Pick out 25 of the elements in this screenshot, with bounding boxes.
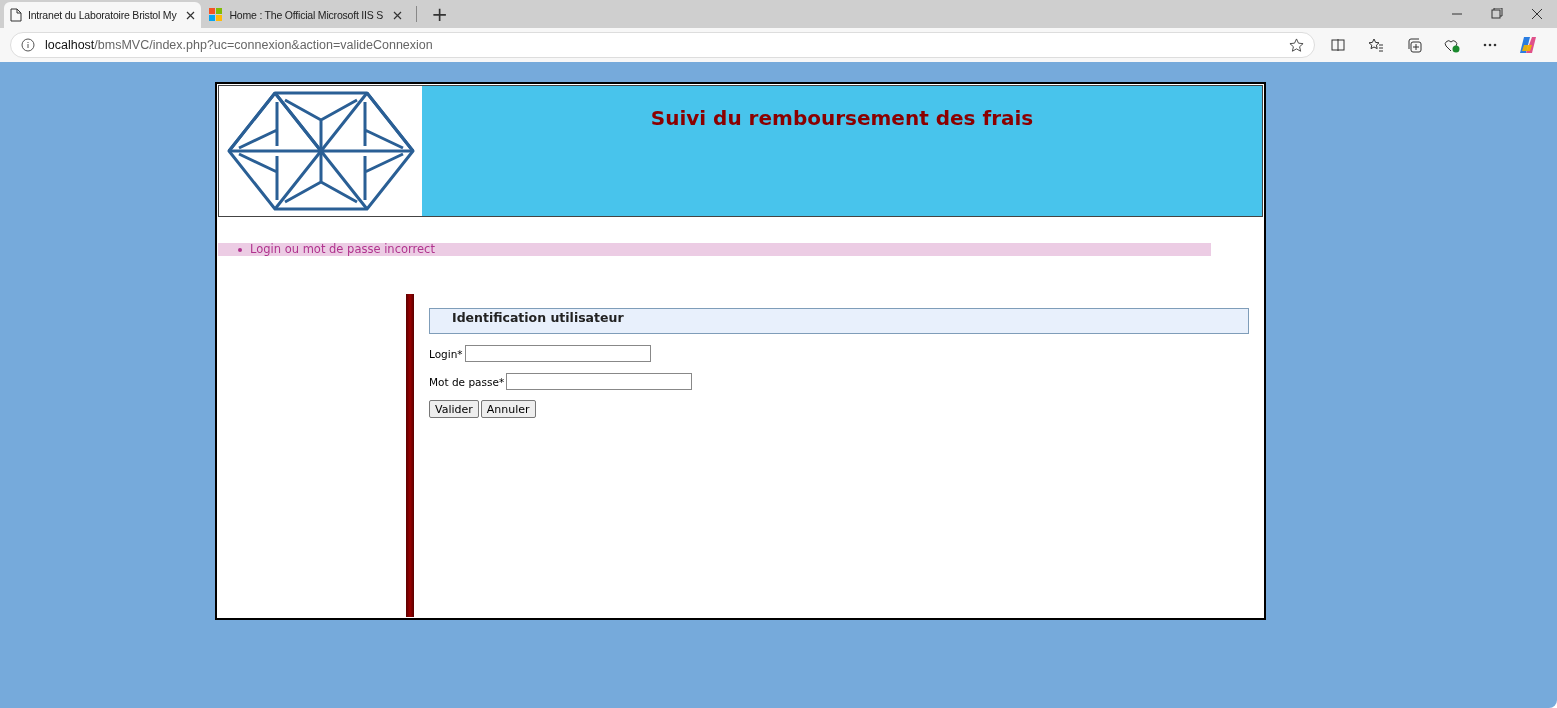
- split-screen-icon[interactable]: [1331, 38, 1345, 52]
- squares-icon: [209, 8, 224, 22]
- more-icon[interactable]: [1483, 43, 1497, 47]
- input-field[interactable]: [464, 345, 651, 362]
- field-label: Mot de passe*: [429, 375, 505, 388]
- field-label: Login*: [429, 347, 463, 360]
- browser-tab[interactable]: Home : The Official Microsoft IIS S: [203, 2, 409, 28]
- info-icon[interactable]: [21, 38, 35, 52]
- address-bar[interactable]: localhost/bmsMVC/index.php?uc=connexion&action=valideConnexion: [10, 32, 1315, 58]
- page-icon: [10, 8, 22, 22]
- favorites-icon[interactable]: [1368, 38, 1384, 52]
- star-icon[interactable]: [1289, 37, 1304, 53]
- close-icon[interactable]: [393, 10, 403, 20]
- new-tab-button[interactable]: +: [425, 4, 454, 24]
- heart-icon[interactable]: [1444, 37, 1460, 53]
- error-message: Login ou mot de passe incorrect: [218, 243, 1211, 256]
- form-heading: Identification utilisateur: [429, 308, 1249, 334]
- page-title: Suivi du remboursement des frais: [650, 106, 1034, 132]
- collections-icon[interactable]: [1406, 37, 1422, 53]
- browser-tab[interactable]: Intranet du Laboratoire Bristol My: [4, 2, 202, 28]
- form-button[interactable]: Valider: [429, 400, 479, 418]
- close-icon[interactable]: [186, 10, 196, 20]
- form-button[interactable]: Annuler: [480, 400, 536, 418]
- bullet-icon: [238, 247, 242, 252]
- input-field[interactable]: [506, 373, 693, 390]
